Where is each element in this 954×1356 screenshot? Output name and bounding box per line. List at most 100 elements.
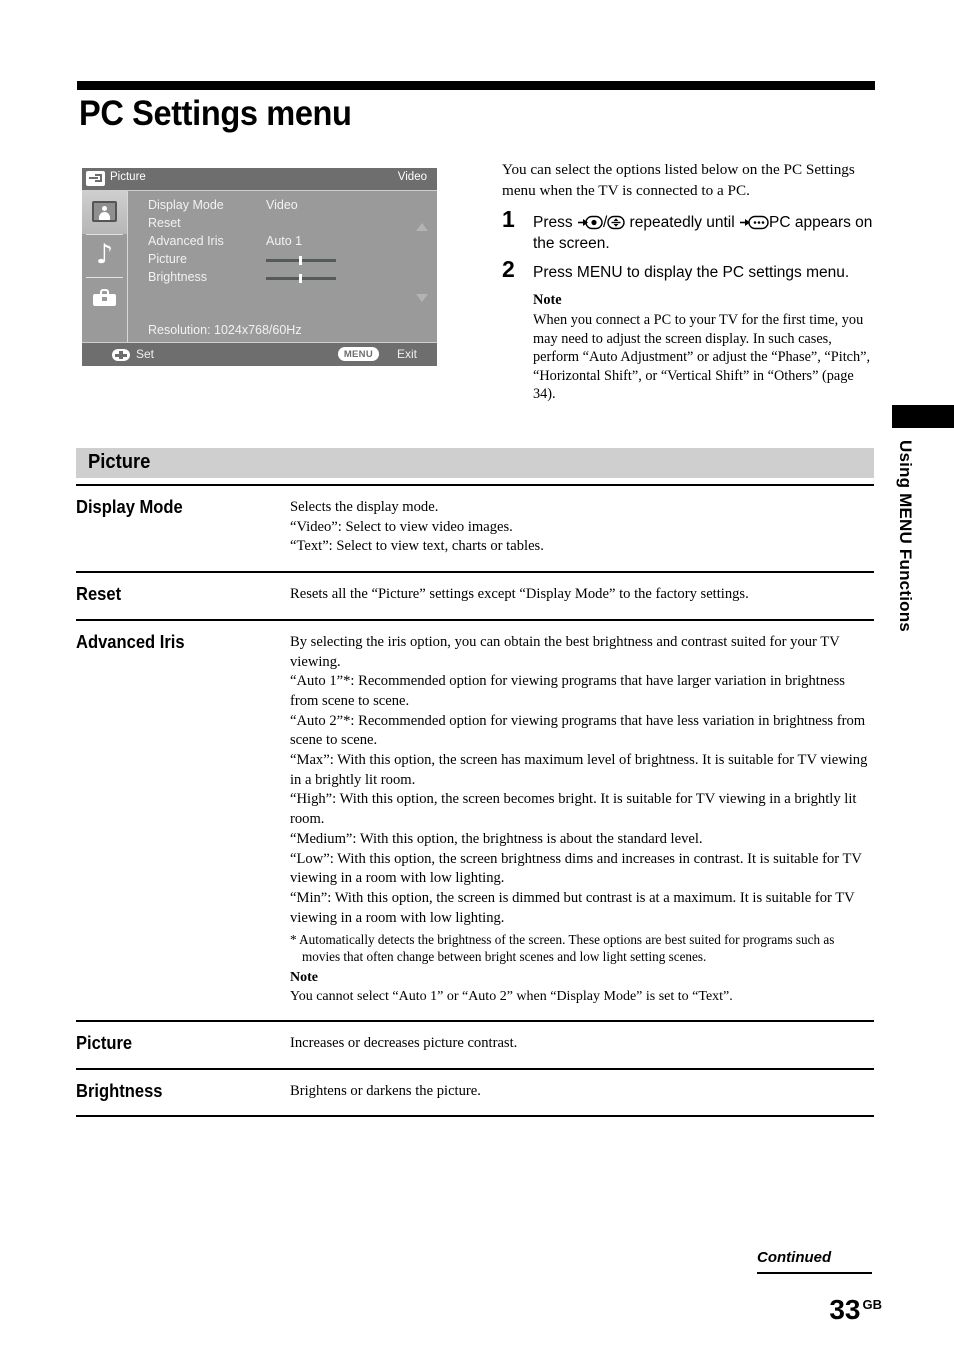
osd-row-label: Advanced Iris	[148, 234, 224, 248]
desc-line: “Auto 2”*: Recommended option for viewin…	[290, 712, 866, 749]
osd-row-value: Video	[266, 198, 298, 212]
row-description-picture: Increases or decreases picture contrast.	[290, 1022, 874, 1068]
chapter-tab-label: Using MENU Functions	[896, 440, 915, 632]
table-row: Reset Resets all the “Picture” settings …	[76, 573, 874, 619]
desc-line: By selecting the iris option, you can ob…	[290, 633, 840, 670]
osd-row-display-mode[interactable]: Display Mode Video	[138, 197, 428, 215]
table-rule	[76, 1115, 874, 1118]
advanced-iris-note-text: You cannot select “Auto 1” or “Auto 2” w…	[290, 989, 733, 1005]
scroll-down-arrow-icon[interactable]	[416, 294, 428, 302]
settings-table: Display Mode Selects the display mode. “…	[76, 484, 874, 1118]
manual-page: PC Settings menu Picture Video ♪ Display…	[0, 0, 954, 1356]
intro-column: You can select the options listed below …	[502, 159, 876, 412]
row-label-brightness: Brightness	[76, 1070, 290, 1116]
osd-title-right-value: Video	[397, 171, 427, 183]
step-2-number: 2	[502, 256, 515, 282]
desc-line: “Auto 1”*: Recommended option for viewin…	[290, 673, 845, 709]
osd-row-label: Display Mode	[148, 198, 224, 212]
osd-resolution-label: Resolution: 1024x768/60Hz	[148, 323, 302, 337]
desc-line: Brightens or darkens the picture.	[290, 1082, 481, 1099]
osd-row-label: Picture	[148, 252, 187, 266]
step-1-number: 1	[502, 206, 515, 232]
row-label-picture: Picture	[76, 1022, 290, 1068]
desc-line: Resets all the “Picture” settings except…	[290, 586, 749, 603]
row-description-display-mode: Selects the display mode. “Video”: Selec…	[290, 486, 874, 571]
row-description-advanced-iris: By selecting the iris option, you can ob…	[290, 621, 874, 1020]
row-label-text: Advanced Iris	[76, 631, 185, 652]
osd-brightness-slider[interactable]	[266, 274, 336, 283]
desc-line: “Text”: Select to view text, charts or t…	[290, 538, 544, 555]
intro-note-heading: Note	[533, 292, 562, 308]
input-cycle-key-icon	[607, 215, 625, 230]
osd-category-picture[interactable]	[82, 191, 127, 234]
osd-row-label: Brightness	[148, 270, 208, 284]
toolbox-icon	[93, 289, 116, 306]
step-1-text-after: repeatedly until	[625, 214, 739, 231]
intro-paragraph: You can select the options listed below …	[502, 161, 855, 199]
desc-line: “Min”: With this option, the screen is d…	[290, 889, 855, 926]
osd-category-setup[interactable]	[82, 277, 127, 320]
osd-title-bar: Picture Video	[82, 168, 437, 191]
table-row: Display Mode Selects the display mode. “…	[76, 486, 874, 571]
pc-input-icon	[739, 215, 769, 230]
osd-footer-bar: Set MENU Exit	[82, 342, 437, 366]
osd-category-sidebar: ♪	[82, 191, 128, 343]
desc-line: Selects the display mode.	[290, 499, 439, 515]
chapter-tab-marker	[892, 405, 954, 428]
osd-row-brightness[interactable]: Brightness	[138, 269, 428, 287]
desc-line: “Max”: With this option, the screen has …	[290, 752, 868, 788]
osd-row-reset[interactable]: Reset	[138, 215, 428, 233]
row-label-text: Reset	[76, 584, 122, 605]
section-banner-label: Picture	[88, 451, 151, 473]
osd-exit-label: Exit	[396, 347, 417, 361]
page-number: 33 GB	[829, 1294, 882, 1326]
step-1: 1 Press / repeatedly until PC appears on…	[502, 206, 876, 254]
section-banner-picture: Picture	[76, 448, 874, 478]
row-description-brightness: Brightens or darkens the picture.	[290, 1070, 874, 1116]
table-row: Picture Increases or decreases picture c…	[76, 1022, 874, 1068]
row-description-reset: Resets all the “Picture” settings except…	[290, 573, 874, 619]
scroll-up-arrow-icon[interactable]	[416, 223, 428, 231]
row-label-text: Brightness	[76, 1080, 163, 1101]
picture-icon	[92, 201, 117, 222]
input-source-icon	[86, 171, 105, 186]
intro-note-text: When you connect a PC to your TV for the…	[533, 312, 871, 402]
desc-line: “High”: With this option, the screen bec…	[290, 791, 857, 828]
row-label-text: Display Mode	[76, 497, 183, 517]
steps-list: 1 Press / repeatedly until PC appears on…	[502, 206, 876, 404]
dpad-set-icon	[112, 349, 130, 361]
advanced-iris-note-heading: Note	[290, 970, 318, 986]
step-1-text-before: Press	[533, 214, 577, 231]
table-row: Advanced Iris By selecting the iris opti…	[76, 621, 874, 1020]
step-2: 2 Press MENU to display the PC settings …	[502, 256, 876, 404]
input-select-key-icon	[577, 215, 603, 230]
osd-option-list: Display Mode Video Reset Advanced Iris A…	[138, 197, 428, 287]
osd-picture-slider[interactable]	[266, 256, 336, 265]
osd-row-value: Auto 1	[266, 234, 303, 248]
desc-line: “Medium”: With this option, the brightne…	[290, 830, 703, 847]
page-number-suffix: GB	[862, 1296, 883, 1312]
menu-key-badge: MENU	[337, 347, 379, 361]
table-row: Brightness Brightens or darkens the pict…	[76, 1070, 874, 1116]
osd-category-sound[interactable]: ♪	[82, 234, 127, 277]
osd-set-label: Set	[136, 347, 155, 361]
advanced-iris-footnote: * Automatically detects the brightness o…	[290, 932, 835, 965]
tv-osd-screenshot: Picture Video ♪ Display Mode Video Reset…	[82, 168, 437, 366]
continued-label: Continued	[757, 1249, 832, 1266]
slider-knob[interactable]	[299, 256, 302, 265]
osd-body: ♪ Display Mode Video Reset Advanced Iris…	[82, 191, 437, 343]
title-top-rule	[77, 81, 875, 90]
row-label-display-mode: Display Mode	[76, 486, 290, 571]
step-1-text: Press / repeatedly until PC appears on t…	[533, 212, 876, 254]
slider-knob[interactable]	[299, 274, 302, 283]
osd-row-advanced-iris[interactable]: Advanced Iris Auto 1	[138, 233, 428, 251]
page-number-value: 33	[829, 1294, 861, 1325]
sound-note-icon: ♪	[96, 239, 114, 270]
desc-line: “Video”: Select to view video images.	[290, 518, 513, 535]
osd-row-label: Reset	[148, 216, 181, 230]
osd-row-picture[interactable]: Picture	[138, 251, 428, 269]
row-label-reset: Reset	[76, 573, 290, 619]
step-2-text: Press MENU to display the PC settings me…	[533, 264, 850, 281]
desc-line: Increases or decreases picture contrast.	[290, 1035, 518, 1052]
page-title: PC Settings menu	[79, 94, 352, 133]
